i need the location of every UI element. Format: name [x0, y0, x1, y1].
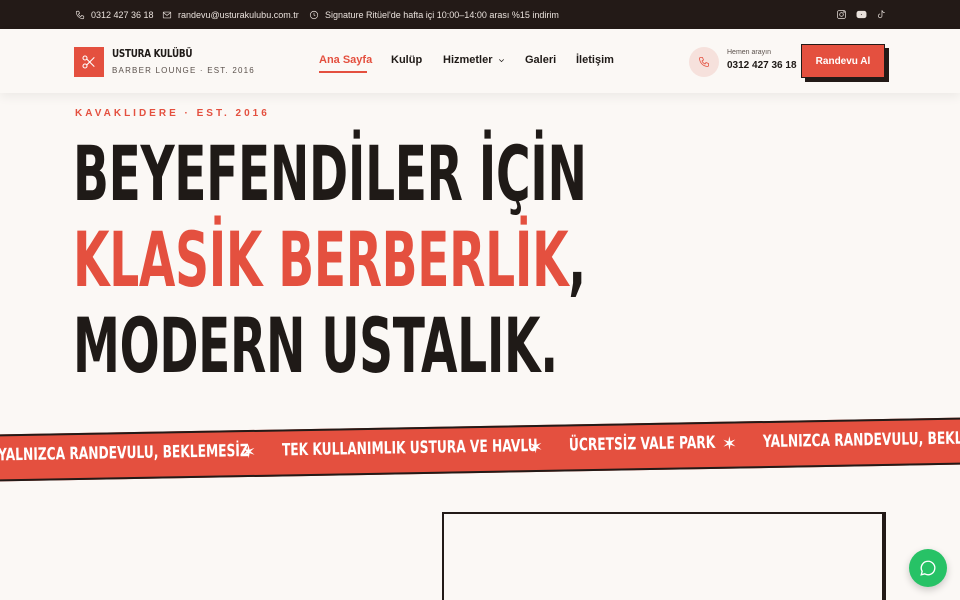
call-number[interactable]: 0312 427 36 18	[727, 60, 797, 71]
chat-bubble-icon	[920, 560, 936, 576]
phone-icon	[75, 10, 85, 19]
nav-contact[interactable]: İletişim	[576, 54, 614, 66]
brand-name[interactable]: USTURA KULÜBÜ	[112, 47, 193, 60]
marquee-strip: YALNIZCA RANDEVULU, BEKLEMESİZ ✶ TEK KUL…	[0, 417, 960, 482]
marquee-item: YALNIZCA RANDEVULU, BEKLEMESİZ	[762, 427, 960, 453]
nav-club-label: Kulüp	[391, 54, 423, 66]
nav-active-underline	[319, 71, 367, 73]
nav-contact-label: İletişim	[576, 54, 614, 66]
social-tiktok[interactable]	[876, 0, 887, 29]
phone-icon	[699, 57, 709, 67]
scissors-icon	[82, 55, 95, 69]
topbar-phone[interactable]: 0312 427 36 18	[75, 0, 154, 29]
youtube-icon	[856, 10, 867, 19]
nav-home-label: Ana Sayfa	[319, 54, 373, 66]
site-header: USTURA KULÜBÜ BARBER LOUNGE · EST. 2016 …	[0, 29, 960, 93]
nav-services-label: Hizmetler	[443, 54, 493, 66]
marquee-item: TEK KULLANIMLIK USTURA VE HAVLU	[281, 435, 538, 461]
topbar-phone-text: 0312 427 36 18	[91, 9, 154, 20]
call-icon-button[interactable]	[689, 47, 719, 77]
nav-gallery-label: Galeri	[525, 54, 557, 66]
nav-home[interactable]: Ana Sayfa	[319, 54, 372, 66]
social-instagram[interactable]	[836, 0, 847, 29]
topbar-email[interactable]: randevu@usturakulubu.com.tr	[162, 0, 299, 29]
top-bar: 0312 427 36 18 randevu@usturakulubu.com.…	[0, 0, 960, 29]
mail-icon	[162, 11, 172, 18]
nav-services[interactable]: Hizmetler	[443, 54, 506, 66]
chat-button[interactable]	[909, 549, 947, 587]
topbar-promo-text: Signature Ritüel'de hafta içi 10:00–14:0…	[325, 9, 559, 20]
feature-card-frame	[442, 512, 886, 600]
marquee-separator: ✶	[240, 441, 257, 463]
nav-gallery[interactable]: Galeri	[525, 54, 556, 66]
social-youtube[interactable]	[856, 0, 867, 29]
marquee-separator: ✶	[527, 436, 544, 458]
hero-title-line-1: BEYEFENDİLER İÇİN	[73, 129, 587, 218]
clock-icon	[309, 10, 319, 19]
nav-club[interactable]: Kulüp	[391, 54, 422, 66]
call-label: Hemen arayın	[727, 49, 771, 56]
chevron-down-icon	[498, 58, 504, 62]
hero-eyebrow: KAVAKLIDERE · EST. 2016	[75, 108, 270, 119]
marquee-separator: ✶	[721, 433, 738, 454]
appointment-button[interactable]: Randevu Al	[801, 44, 885, 78]
tiktok-icon	[877, 10, 885, 19]
hero-title-line-3: MODERN USTALIK.	[73, 301, 558, 390]
marquee-item: YALNIZCA RANDEVULU, BEKLEMESİZ	[0, 441, 249, 466]
hero-title-comma: ,	[568, 215, 586, 304]
logo-mark[interactable]	[74, 47, 104, 77]
topbar-email-text: randevu@usturakulubu.com.tr	[178, 9, 299, 20]
marquee-item: ÜCRETSİZ VALE PARK	[568, 432, 716, 456]
instagram-icon	[837, 10, 846, 19]
hero-title-line-2: KLASİK BERBERLİK,	[73, 222, 586, 298]
brand-subtitle: BARBER LOUNGE · EST. 2016	[112, 66, 255, 75]
hero-title-accent: KLASİK BERBERLİK	[73, 215, 569, 304]
topbar-promo: Signature Ritüel'de hafta içi 10:00–14:0…	[309, 0, 559, 29]
